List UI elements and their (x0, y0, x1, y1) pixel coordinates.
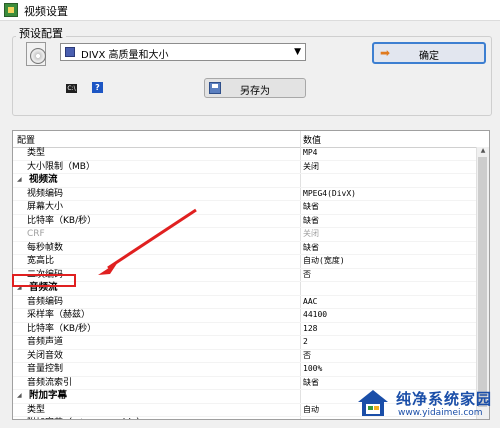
row-name: 视频编码 (27, 188, 64, 199)
row-value[interactable]: 否 (303, 350, 311, 363)
row-name: 音频声道 (27, 337, 64, 347)
film-icon (65, 47, 75, 57)
preset-select[interactable]: DIVX 高质量和大小 ▼ (60, 43, 306, 61)
scroll-thumb[interactable] (478, 157, 487, 407)
window-title: 视频设置 (24, 5, 68, 18)
row-value[interactable]: 自动(宽度) (303, 255, 345, 268)
chevron-down-icon[interactable]: ▼ (294, 47, 301, 57)
row-value[interactable]: AAC (303, 296, 317, 309)
row-name: 比特率（KB/秒） (27, 323, 97, 334)
collapse-icon[interactable]: ◢ (17, 390, 22, 403)
grid-row[interactable]: 每秒帧数 缺省 (13, 242, 477, 255)
grid-row[interactable]: 比特率（KB/秒） 128 (13, 323, 477, 336)
preset-select-value: DIVX 高质量和大小 (81, 50, 169, 61)
settings-grid[interactable]: 配置 数值 类型 MP4 大小限制（MB） 关闭 ◢ 视频流视频编码 MPEG4(DivX)… (12, 130, 490, 420)
row-value[interactable]: 自动 (303, 404, 319, 417)
watermark: 纯净系统家园 www.yidaimei.com (354, 386, 494, 422)
watermark-title: 纯净系统家园 (396, 390, 493, 408)
row-name: 比特率（KB/秒） (27, 215, 97, 226)
disc-icon (24, 42, 48, 68)
row-value[interactable]: 128 (303, 323, 317, 336)
row-name: 音频流索引 (27, 377, 73, 388)
row-value[interactable]: 100% (303, 363, 322, 376)
grid-header: 配置 数值 (13, 131, 477, 148)
house-logo-icon (358, 390, 388, 416)
vertical-scrollbar[interactable]: ▲ (476, 147, 489, 419)
grid-row[interactable]: 采样率（赫兹） 44100 (13, 309, 477, 323)
row-value[interactable]: MPEG4(DivX) (303, 188, 356, 201)
highlight-box (12, 274, 76, 287)
row-value[interactable]: 缺省 (303, 242, 319, 255)
watermark-url: www.yidaimei.com (398, 408, 483, 418)
save-as-button[interactable]: 另存为 (204, 78, 306, 98)
grid-row[interactable]: 大小限制（MB） 关闭 (13, 161, 477, 174)
grid-row[interactable]: 宽高比 自动(宽度) (13, 255, 477, 269)
command-prompt-icon[interactable]: C:\ (66, 84, 77, 93)
row-name: 屏幕大小 (27, 202, 64, 212)
grid-row[interactable]: 屏幕大小 缺省 (13, 201, 477, 215)
grid-row[interactable]: 关闭音效 否 (13, 350, 477, 363)
row-name: 大小限制（MB） (27, 161, 95, 172)
preset-group-label: 预设配置 (16, 25, 66, 41)
row-name: 视频流 (29, 174, 58, 185)
header-name: 配置 (17, 136, 36, 146)
category-row[interactable]: ◢ 音频流 (13, 282, 477, 296)
row-name: 宽高比 (27, 256, 55, 266)
row-value[interactable]: 缺省 (303, 215, 319, 228)
scroll-up-icon[interactable]: ▲ (477, 147, 489, 157)
row-name: CRF (27, 229, 45, 239)
row-value[interactable]: 44100 (303, 309, 327, 322)
row-name: 每秒帧数 (27, 242, 64, 253)
row-value[interactable]: 2 (303, 336, 308, 349)
row-name: 音量控制 (27, 364, 64, 374)
save-as-button-label: 另存为 (240, 86, 270, 97)
header-value: 数值 (303, 136, 322, 146)
row-value[interactable]: 缺省 (303, 201, 319, 214)
collapse-icon[interactable]: ◢ (17, 174, 22, 187)
ok-button[interactable]: ➡ 确定 (372, 42, 486, 64)
grid-row[interactable]: 二次编码否 (13, 269, 477, 282)
grid-row[interactable]: 音量控制 100% (13, 363, 477, 377)
category-row[interactable]: ◢ 视频流 (13, 174, 477, 188)
row-name: 采样率（赫兹） (27, 310, 91, 320)
grid-row[interactable]: 音频声道 2 (13, 336, 477, 350)
grid-row[interactable]: CRF 关闭 (13, 228, 477, 242)
row-value[interactable]: 缺省 (303, 377, 319, 390)
row-name: 类型 (27, 404, 46, 415)
row-value[interactable]: 否 (303, 269, 311, 282)
row-value[interactable]: MP4 (303, 147, 317, 160)
help-icon[interactable]: ? (92, 82, 103, 93)
ok-button-label: 确定 (419, 51, 439, 62)
row-name: 附加字幕 (29, 390, 68, 401)
row-value[interactable]: 关闭 (303, 228, 319, 241)
row-name: 音频编码 (27, 296, 64, 307)
grid-row[interactable]: 比特率（KB/秒） 缺省 (13, 215, 477, 228)
grid-row[interactable]: 视频编码 MPEG4(DivX) (13, 188, 477, 201)
grid-rows: 类型 MP4 大小限制（MB） 关闭 ◢ 视频流 视频编码 MPEG4(DivX) 屏幕大小 缺省… (13, 147, 477, 419)
title-bar: 视频设置 (0, 0, 500, 21)
row-name: 关闭音效 (27, 350, 64, 361)
grid-row[interactable]: 音频编码 AAC (13, 296, 477, 309)
row-value[interactable]: 关闭 (303, 161, 319, 174)
row-name: 类型 (27, 148, 46, 158)
row-name: 附加字幕（srt;ass;ssa;idx） (27, 417, 145, 419)
grid-row[interactable]: 类型 MP4 (13, 147, 477, 161)
app-icon (4, 3, 18, 17)
